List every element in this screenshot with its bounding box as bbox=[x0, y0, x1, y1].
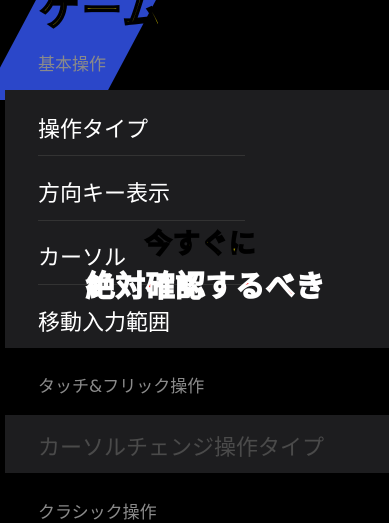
divider bbox=[38, 155, 245, 156]
menu-item-operation-type[interactable]: 操作タイプ bbox=[38, 112, 148, 144]
overlay-caption-line1: 今すぐに bbox=[144, 228, 257, 261]
menu-item-cursor-change-operation-type: カーソルチェンジ操作タイプ bbox=[38, 436, 325, 461]
overlay-caption-line2: 絶対確認するべき bbox=[85, 268, 327, 304]
section-header-touch-flick: タッチ&フリック操作 bbox=[38, 377, 205, 397]
divider bbox=[38, 220, 245, 221]
menu-item-movement-input-range[interactable]: 移動入力範囲 bbox=[38, 305, 170, 337]
section-header-basic: 基本操作 bbox=[38, 55, 106, 75]
menu-item-direction-key-display[interactable]: 方向キー表示 bbox=[38, 176, 170, 208]
section-header-classic: クラシック操作 bbox=[38, 503, 157, 523]
page-title: ゲーム環境 bbox=[39, 0, 249, 35]
